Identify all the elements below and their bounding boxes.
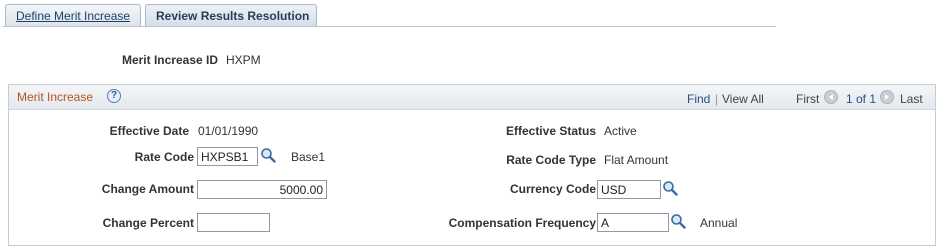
merit-increase-id-label: Merit Increase ID — [121, 53, 218, 67]
merit-increase-id-value: HXPM — [226, 53, 261, 67]
tab-review-results-resolution[interactable]: Review Results Resolution — [145, 4, 317, 26]
link-separator: | — [715, 92, 719, 106]
lookup-icon[interactable] — [662, 180, 678, 196]
tab-divider — [3, 26, 776, 27]
first-arrow-icon[interactable] — [824, 90, 838, 104]
change-amount-input[interactable]: 5000.00 — [197, 180, 327, 199]
view-all-link[interactable]: View All — [722, 92, 764, 106]
rate-code-input[interactable]: HXPSB1 — [197, 147, 258, 166]
compensation-frequency-label: Compensation Frequency — [448, 216, 596, 230]
currency-code-input[interactable]: USD — [597, 180, 661, 199]
last-arrow-icon[interactable] — [880, 90, 894, 104]
effective-status-label: Effective Status — [505, 124, 596, 138]
last-label: Last — [900, 92, 923, 106]
change-percent-input[interactable] — [197, 213, 270, 232]
group-header: Merit Increase ? Find | View All First 1… — [9, 85, 935, 110]
group-title: Merit Increase — [17, 90, 94, 104]
effective-status-value: Active — [604, 124, 637, 138]
find-link[interactable]: Find — [687, 92, 710, 106]
first-label: First — [796, 92, 820, 106]
effective-date-value: 01/01/1990 — [198, 124, 259, 138]
lookup-icon[interactable] — [670, 213, 686, 229]
rate-code-description: Base1 — [291, 150, 326, 164]
compensation-frequency-input[interactable]: A — [597, 213, 669, 232]
change-percent-label: Change Percent — [102, 216, 194, 230]
rate-code-type-value: Flat Amount — [604, 153, 669, 167]
help-icon[interactable]: ? — [107, 89, 121, 103]
rate-code-label: Rate Code — [134, 150, 194, 164]
effective-date-label: Effective Date — [109, 124, 189, 138]
rate-code-type-label: Rate Code Type — [506, 153, 596, 167]
tab-define-merit-increase[interactable]: Define Merit Increase — [5, 4, 141, 26]
lookup-icon[interactable] — [260, 147, 276, 163]
page-info: 1 of 1 — [846, 92, 877, 106]
tab-label: Define Merit Increase — [16, 9, 131, 23]
currency-code-label: Currency Code — [509, 182, 596, 196]
compensation-frequency-description: Annual — [700, 216, 738, 230]
tab-label: Review Results Resolution — [156, 9, 310, 23]
change-amount-label: Change Amount — [101, 182, 194, 196]
